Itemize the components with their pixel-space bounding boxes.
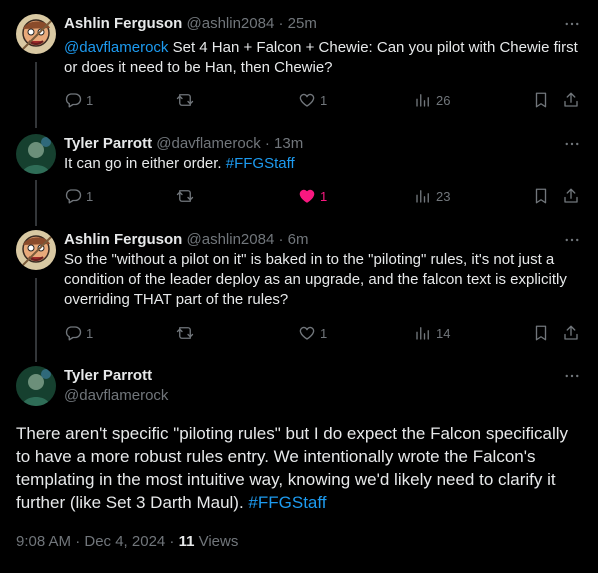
retweet-button[interactable] [176, 90, 194, 110]
bookmark-icon [532, 187, 550, 205]
share-icon [562, 187, 580, 205]
views-icon [414, 91, 432, 109]
tweet-actions: 1 1 14 [64, 323, 580, 343]
share-button[interactable] [562, 90, 580, 110]
like-icon [298, 187, 316, 205]
reply-button[interactable]: 1 [64, 90, 93, 110]
more-icon[interactable] [562, 230, 582, 250]
tweet-text-body: So the "without a pilot on it" is baked … [64, 251, 567, 308]
author-handle[interactable]: @ashlin2084 [187, 15, 275, 32]
author-handle[interactable]: @ashlin2084 [187, 231, 275, 248]
tweet-header: Ashlin Ferguson @ashlin2084 · 25m [64, 14, 317, 34]
tweet-actions: 1 1 23 [64, 186, 580, 206]
reply-button[interactable]: 1 [64, 186, 93, 206]
views-icon [414, 324, 432, 342]
thread-line [35, 62, 37, 128]
avatar[interactable] [16, 134, 56, 174]
share-button[interactable] [562, 186, 580, 206]
hashtag-link[interactable]: #FFGStaff [226, 155, 295, 172]
timestamp-full[interactable]: 9:08 AM · Dec 4, 2024 · [16, 533, 179, 550]
reply-button[interactable]: 1 [64, 323, 93, 343]
mention-link[interactable]: @davflamerock [64, 39, 168, 56]
retweet-button[interactable] [176, 323, 194, 343]
author-name[interactable]: Ashlin Ferguson [64, 15, 182, 32]
like-count: 1 [320, 92, 328, 108]
reply-icon [64, 324, 82, 342]
like-icon [298, 91, 316, 109]
retweet-icon [176, 324, 194, 342]
views-label: Views [194, 533, 239, 550]
separator: · [278, 15, 284, 32]
separator: · [264, 135, 270, 152]
author-handle[interactable]: @davflamerock [64, 386, 168, 406]
tweet-header: Ashlin Ferguson @ashlin2084 · 6m [64, 230, 309, 250]
reply-count: 1 [86, 325, 94, 341]
tweet-meta: 9:08 AM · Dec 4, 2024 · 11 Views [16, 532, 238, 552]
reply-icon [64, 91, 82, 109]
share-icon [562, 324, 580, 342]
tweet-actions: 1 1 26 [64, 90, 580, 110]
like-count: 1 [320, 325, 328, 341]
separator: · [278, 231, 284, 248]
timestamp[interactable]: 6m [288, 231, 309, 248]
bookmark-button[interactable] [532, 323, 550, 343]
views-count: 14 [436, 325, 451, 341]
reply-count: 1 [86, 188, 94, 204]
author-name[interactable]: Tyler Parrott [64, 135, 152, 152]
reply-icon [64, 187, 82, 205]
views-button[interactable]: 26 [414, 90, 450, 110]
timestamp[interactable]: 25m [288, 15, 317, 32]
reply-count: 1 [86, 92, 94, 108]
author-handle[interactable]: @davflamerock [156, 135, 260, 152]
views-icon [414, 187, 432, 205]
thread-line [35, 180, 37, 226]
bookmark-button[interactable] [532, 186, 550, 206]
main-tweet-text: There aren't specific "piloting rules" b… [16, 422, 584, 514]
timestamp[interactable]: 13m [274, 135, 303, 152]
tweet-header: Tyler Parrott @davflamerock · 13m [64, 134, 303, 154]
like-icon [298, 324, 316, 342]
like-button[interactable]: 1 [298, 186, 327, 206]
more-icon[interactable] [562, 366, 582, 386]
like-button[interactable]: 1 [298, 323, 327, 343]
views-count: 23 [436, 188, 451, 204]
views-button[interactable]: 23 [414, 186, 450, 206]
retweet-icon [176, 187, 194, 205]
share-icon [562, 91, 580, 109]
more-icon[interactable] [562, 134, 582, 154]
tweet-text: It can go in either order. #FFGStaff [64, 154, 580, 174]
tweet-text-body: It can go in either order. [64, 155, 226, 172]
share-button[interactable] [562, 323, 580, 343]
more-icon[interactable] [562, 14, 582, 34]
retweet-button[interactable] [176, 186, 194, 206]
author-name[interactable]: Tyler Parrott [64, 366, 152, 386]
retweet-icon [176, 91, 194, 109]
like-count: 1 [320, 188, 328, 204]
thread-line [35, 278, 37, 362]
views-button[interactable]: 14 [414, 323, 450, 343]
like-button[interactable]: 1 [298, 90, 327, 110]
hashtag-link[interactable]: #FFGStaff [248, 493, 326, 512]
views-total: 11 [178, 533, 195, 550]
tweet-text: @davflamerock Set 4 Han + Falcon + Chewi… [64, 38, 580, 78]
tweet-text: So the "without a pilot on it" is baked … [64, 250, 580, 310]
bookmark-button[interactable] [532, 90, 550, 110]
avatar[interactable] [16, 230, 56, 270]
author-name[interactable]: Ashlin Ferguson [64, 231, 182, 248]
avatar[interactable] [16, 366, 56, 406]
bookmark-icon [532, 324, 550, 342]
bookmark-icon [532, 91, 550, 109]
views-count: 26 [436, 92, 451, 108]
avatar[interactable] [16, 14, 56, 54]
